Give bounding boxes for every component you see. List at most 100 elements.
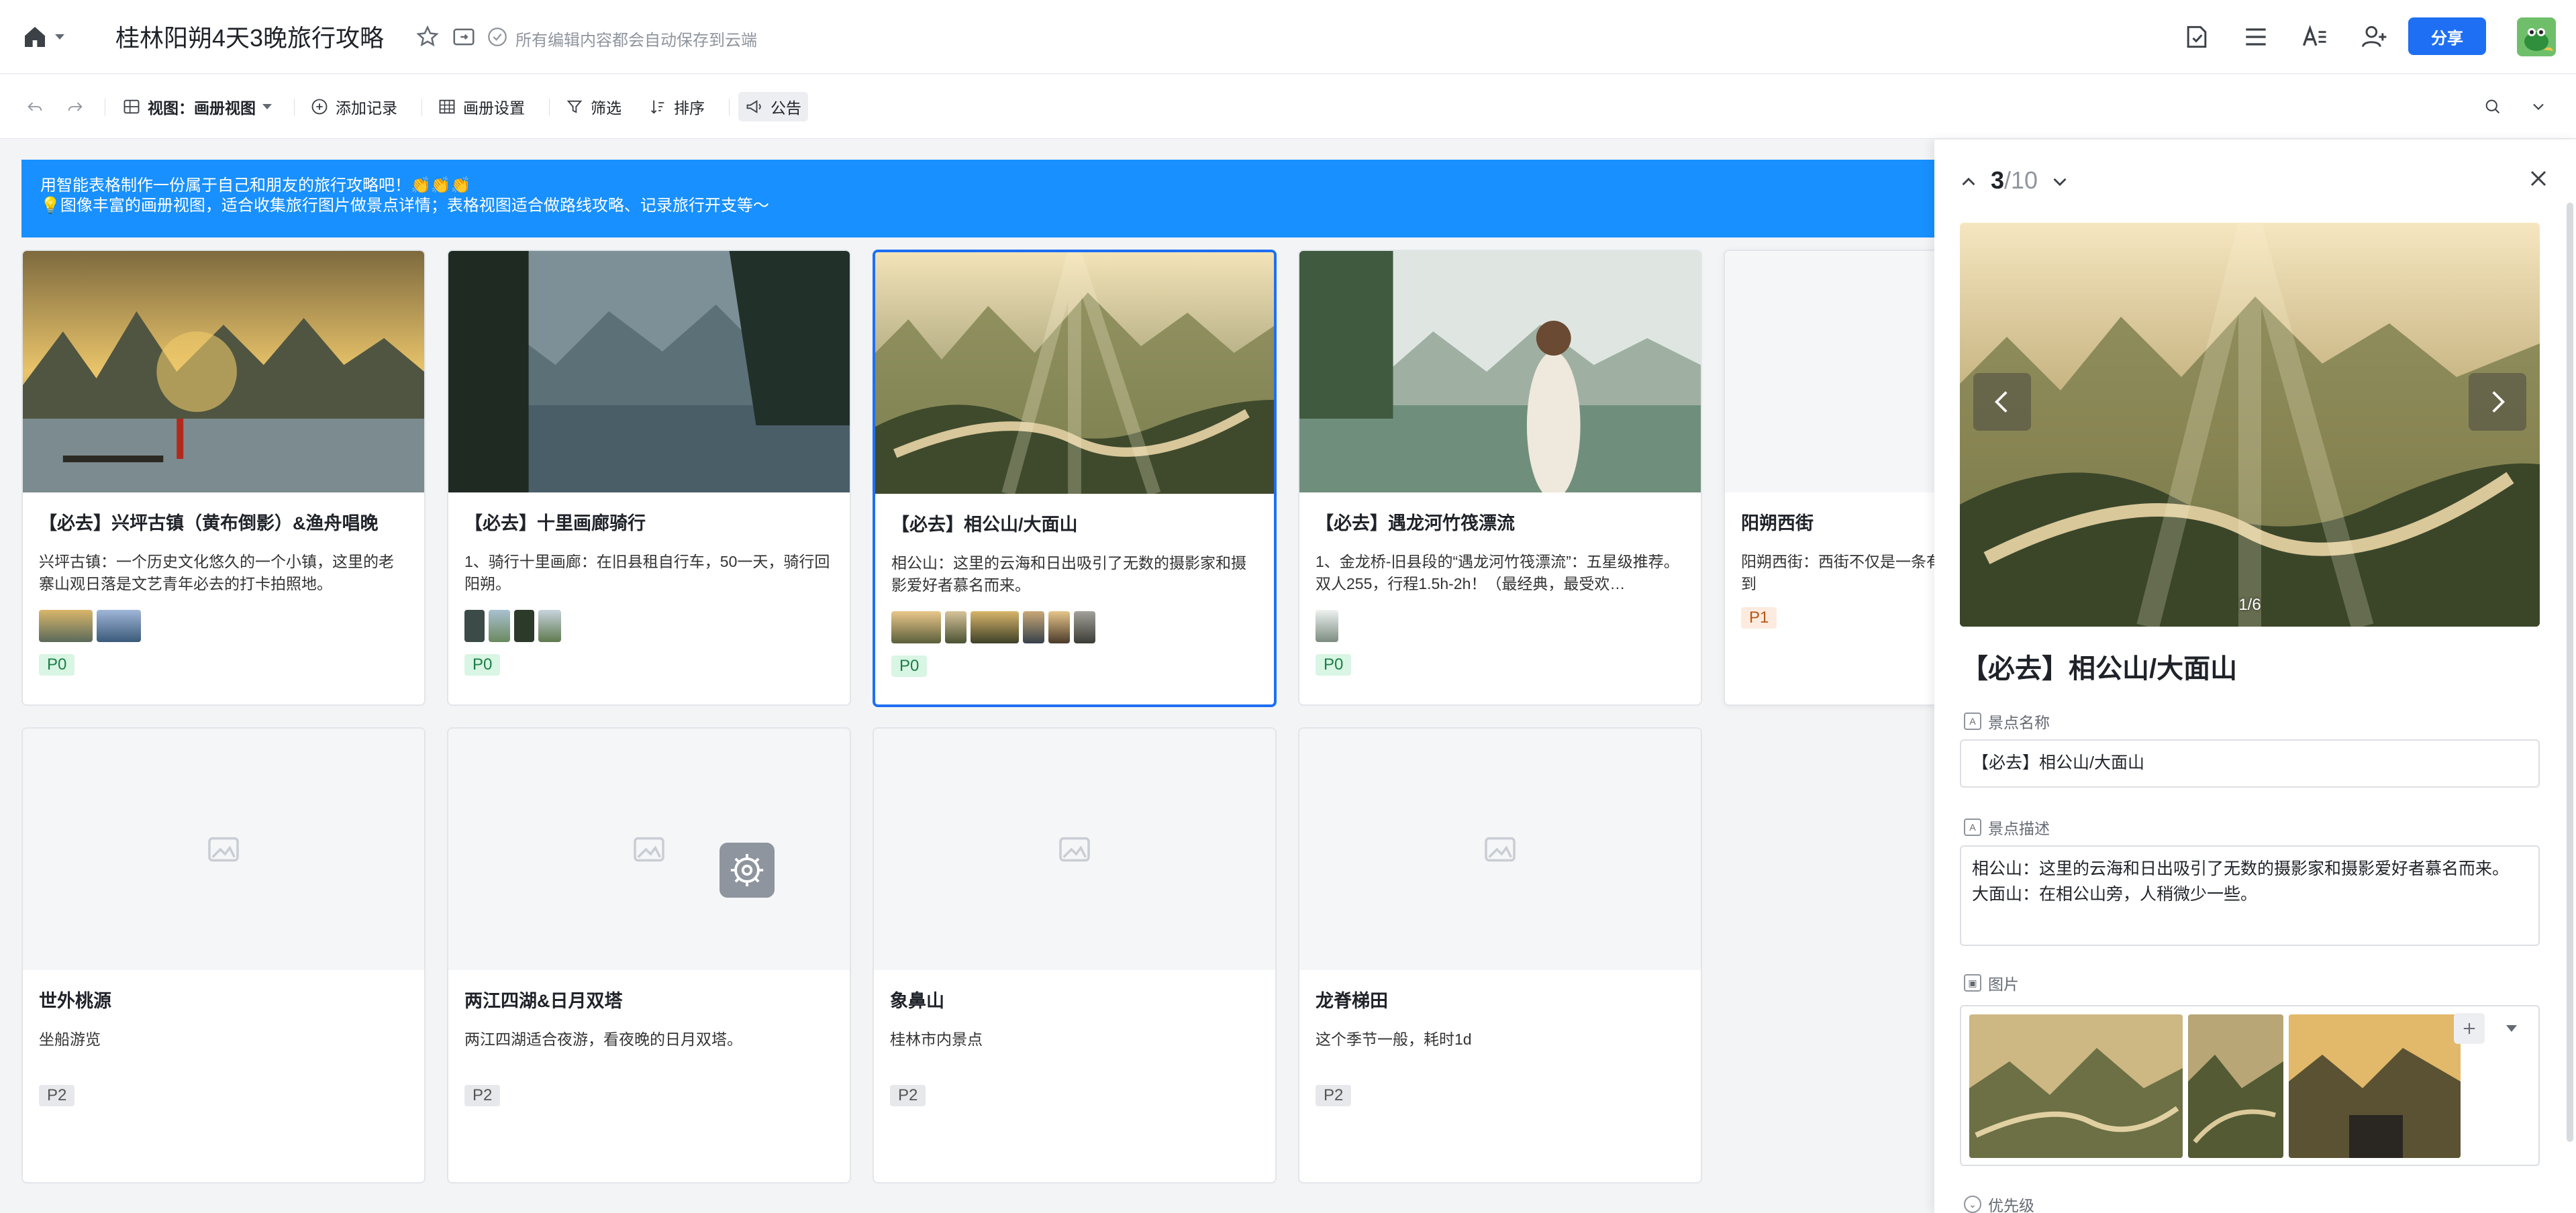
card-cover-image [875, 252, 1274, 494]
record-detail-panel: 3/10 1/6 【必去】相公山/大面山 A 景点名称 【必去】相公山/大面山 … [1934, 140, 2576, 1213]
announcement-button[interactable]: 公告 [738, 92, 808, 121]
gallery-card[interactable]: 【必去】十里画廊骑行 1、骑行十里画廊：在旧县租自行车，50一天，骑行回阳朔。 … [447, 250, 851, 706]
thumbnail [514, 610, 534, 642]
avatar[interactable] [2517, 17, 2556, 56]
card-cover-image [874, 729, 1275, 970]
card-thumbnails [891, 611, 1258, 643]
gallery-card[interactable]: 龙脊梯田 这个季节一般，耗时1d P2 [1298, 727, 1702, 1183]
text-format-icon[interactable] [2298, 20, 2332, 54]
sort-button[interactable]: 排序 [648, 92, 705, 121]
card-cover-image [1299, 729, 1701, 970]
record-counter: 3/10 [1991, 166, 2038, 195]
card-cover-image [1299, 251, 1701, 492]
priority-tag: P0 [891, 655, 928, 677]
scrollbar[interactable] [2567, 203, 2573, 1142]
share-button[interactable]: 分享 [2408, 17, 2486, 55]
image-placeholder-icon [634, 837, 664, 862]
description-field[interactable]: 相公山：这里的云海和日出吸引了无数的摄影家和摄影爱好者慕名而来。 大面山：在相公… [1960, 845, 2540, 946]
home-button[interactable] [21, 21, 70, 52]
divider [729, 99, 730, 116]
image-counter: 1/6 [2238, 596, 2261, 614]
gallery-card[interactable]: 两江四湖&日月双塔 两江四湖适合夜游，看夜晚的日月双塔。 P2 [447, 727, 851, 1183]
card-cover-image [23, 729, 424, 970]
chevron-down-icon[interactable] [2506, 1025, 2517, 1032]
card-thumbnails [1316, 610, 1685, 642]
top-bar: 桂林阳朔4天3晚旅行攻略 所有编辑内容都会自动保存到云端 分享 [0, 0, 2576, 74]
next-record-icon[interactable] [2048, 170, 2071, 193]
card-description: 1、金龙桥-旧县段的“遇龙河竹筏漂流”：五星级推荐。双人255，行程1.5h-2… [1316, 553, 1679, 592]
priority-tag: P2 [464, 1085, 501, 1106]
image-placeholder-icon [1485, 837, 1516, 862]
field-label-images: ▣ 图片 [1964, 971, 2019, 994]
grid-icon [439, 99, 455, 114]
previous-image-button[interactable] [1973, 373, 2031, 431]
gallery-card[interactable]: 【必去】兴坪古镇（黄布倒影）&渔舟唱晚 兴坪古镇：一个历史文化悠久的一个小镇，这… [21, 250, 426, 706]
card-title: 【必去】相公山/大面山 [891, 515, 1078, 535]
name-field[interactable]: 【必去】相公山/大面山 [1960, 739, 2540, 788]
task-check-icon[interactable] [2180, 20, 2214, 54]
menu-icon[interactable] [2239, 20, 2273, 54]
priority-tag: P0 [464, 654, 501, 676]
attached-image[interactable] [1969, 1014, 2183, 1158]
card-cover-image [448, 251, 850, 492]
text-field-icon: A [1964, 819, 1981, 836]
thumbnail [464, 610, 485, 642]
previous-record-icon[interactable] [1957, 170, 1980, 193]
plus-circle-icon [311, 99, 328, 115]
view-switcher[interactable]: 视图：画册视图 [122, 92, 272, 121]
add-collaborator-icon[interactable] [2357, 20, 2391, 54]
chevron-down-icon[interactable] [2529, 92, 2548, 121]
gallery-card[interactable]: 象鼻山 桂林市内景点 P2 [873, 727, 1277, 1183]
move-to-folder-icon[interactable] [451, 24, 477, 50]
next-image-button[interactable] [2469, 373, 2526, 431]
chevron-right-icon [2492, 391, 2505, 413]
sort-icon [651, 100, 664, 114]
card-title: 龙脊梯田 [1316, 991, 1388, 1011]
close-icon[interactable] [2525, 165, 2552, 192]
gallery-card[interactable]: 【必去】遇龙河竹筏漂流 1、金龙桥-旧县段的“遇龙河竹筏漂流”：五星级推荐。双人… [1298, 250, 1702, 706]
field-label-priority: ⌄ 优先级 [1964, 1193, 2034, 1213]
description-line: 相公山：这里的云海和日出吸引了无数的摄影家和摄影爱好者慕名而来。 [1972, 859, 2510, 878]
card-thumbnails [464, 610, 834, 642]
images-field[interactable] [1960, 1005, 2540, 1166]
card-thumbnails [39, 610, 408, 642]
attached-image[interactable] [2289, 1014, 2461, 1158]
image-placeholder-icon [1059, 837, 1090, 862]
search-icon[interactable] [2483, 92, 2502, 121]
gear-icon [730, 853, 764, 887]
star-icon[interactable] [415, 24, 440, 50]
gallery-card[interactable]: 世外桃源 坐船游览 P2 [21, 727, 426, 1183]
add-image-button[interactable] [2454, 1013, 2485, 1044]
priority-tag: P2 [1316, 1085, 1352, 1106]
thumbnail [39, 610, 93, 642]
card-title: 【必去】遇龙河竹筏漂流 [1316, 513, 1515, 533]
undo-icon[interactable] [26, 92, 44, 121]
filter-icon [566, 100, 583, 113]
thumbnail [971, 611, 1019, 643]
thumbnail [891, 611, 941, 643]
record-total: /10 [2004, 166, 2038, 194]
album-settings-button[interactable]: 画册设置 [438, 92, 525, 121]
select-field-icon: ⌄ [1964, 1196, 1981, 1213]
field-label-name: A 景点名称 [1964, 710, 2050, 733]
filter-button[interactable]: 筛选 [565, 92, 622, 121]
document-title[interactable]: 桂林阳朔4天3晚旅行攻略 [115, 19, 384, 54]
image-placeholder-icon [208, 837, 239, 862]
chevron-down-icon [262, 104, 272, 109]
floating-settings-button[interactable] [720, 843, 775, 898]
card-description: 这个季节一般，耗时1d [1316, 1031, 1472, 1048]
album-view-icon [123, 99, 140, 114]
card-title: 【必去】十里画廊骑行 [464, 513, 646, 533]
add-record-label: 添加记录 [336, 99, 397, 117]
priority-tag: P1 [1741, 607, 1777, 629]
gallery-card-selected[interactable]: 【必去】相公山/大面山 相公山：这里的云海和日出吸引了无数的摄影家和摄影爱好者慕… [873, 250, 1277, 707]
attached-image[interactable] [2188, 1014, 2283, 1158]
add-record-button[interactable]: 添加记录 [310, 92, 397, 121]
announcement-banner: 用智能表格制作一份属于自己和朋友的旅行攻略吧！👏👏👏 💡图像丰富的画册视图，适合… [21, 160, 1941, 238]
thumbnail [97, 610, 141, 642]
redo-icon[interactable] [66, 92, 85, 121]
card-title: 两江四湖&日月双塔 [464, 991, 623, 1011]
card-description: 两江四湖适合夜游，看夜晚的日月双塔。 [464, 1031, 742, 1048]
record-title: 【必去】相公山/大面山 [1961, 654, 2238, 684]
chevron-down-icon [55, 34, 64, 40]
